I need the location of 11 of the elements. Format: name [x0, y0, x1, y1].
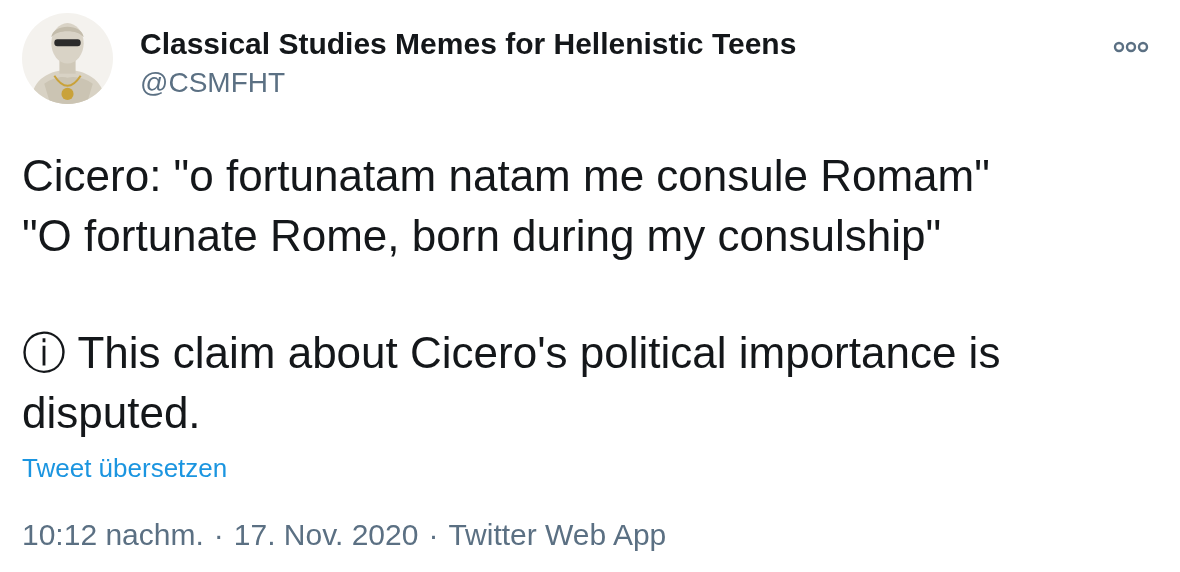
tweet-meta-link[interactable]: 17. Nov. 2020 — [233, 518, 419, 552]
more-options-icon[interactable] — [1113, 41, 1149, 53]
separator-dot: · — [212, 518, 225, 552]
tweet-text: Cicero: "o fortunatam natam me consule Romam" "O fortunate Rome, born during my consulship" — [22, 150, 991, 262]
account-name[interactable]: Classical Studies Memes for Hellenistic Teens — [140, 27, 1086, 61]
translate-link[interactable]: Tweet übersetzen — [22, 453, 228, 484]
tweet-text: ⓘ This claim about Cicero's political importance is disputed. — [22, 327, 1002, 439]
tweet-meta-link[interactable]: 10:12 nachm. — [22, 518, 204, 552]
separator-dot: · — [427, 518, 440, 552]
account-handle[interactable]: @CSMFHT — [140, 67, 1086, 99]
tweet-meta-link[interactable]: Twitter Web App — [448, 518, 667, 552]
